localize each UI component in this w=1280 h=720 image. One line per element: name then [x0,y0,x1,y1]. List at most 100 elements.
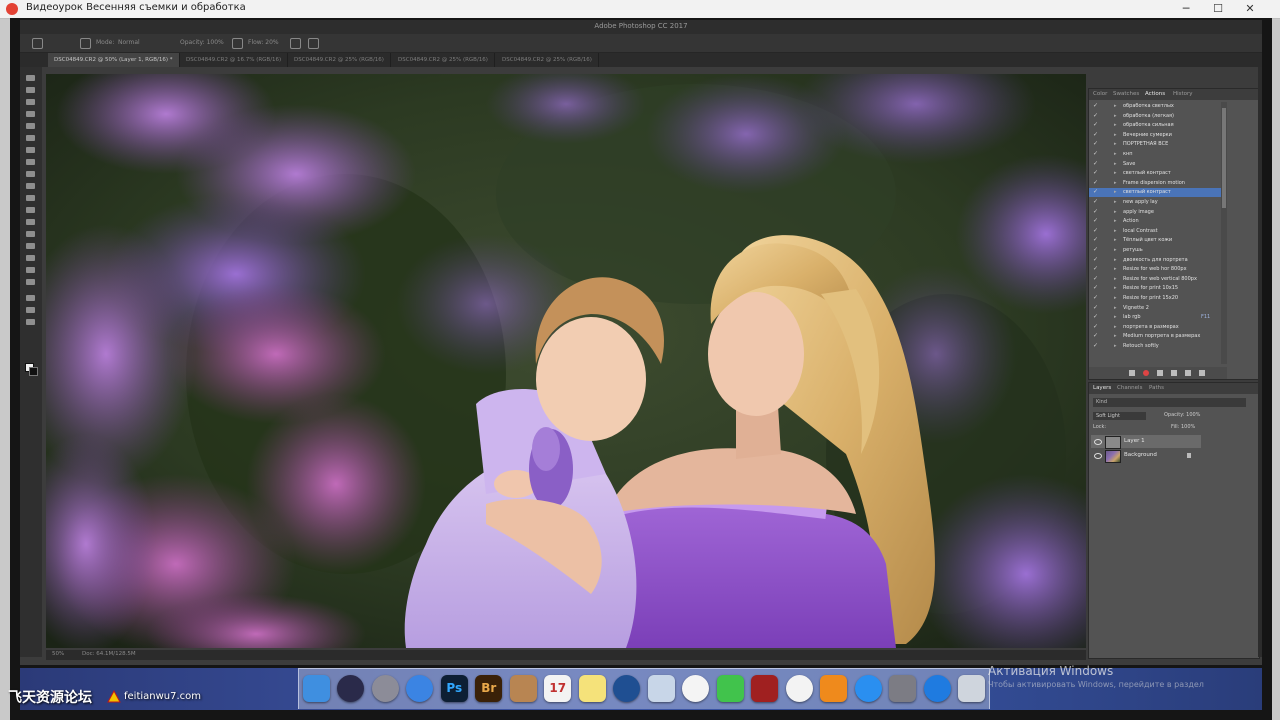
history-brush-tool-icon[interactable] [26,183,35,189]
expand-triangle-icon[interactable]: ▸ [1114,342,1117,350]
layer-row[interactable]: Background [1091,449,1201,463]
expand-triangle-icon[interactable]: ▸ [1114,140,1117,148]
layer-fill[interactable]: Fill: 100% [1171,424,1195,430]
clone-stamp-tool-icon[interactable] [26,171,35,177]
action-row[interactable]: ✓ ▸ Вечерние сумерки [1089,131,1221,140]
marquee-tool-icon[interactable] [26,87,35,93]
contacts-icon[interactable] [509,675,537,702]
toggle-check-icon[interactable]: ✓ [1093,217,1098,225]
toggle-check-icon[interactable]: ✓ [1093,150,1098,158]
flow-field[interactable]: Flow: 20% [248,39,279,46]
record-icon[interactable] [1143,370,1149,376]
toggle-check-icon[interactable]: ✓ [1093,304,1098,312]
expand-triangle-icon[interactable]: ▸ [1114,313,1117,321]
expand-triangle-icon[interactable]: ▸ [1114,102,1117,110]
expand-triangle-icon[interactable]: ▸ [1114,294,1117,302]
safari-icon[interactable] [406,675,434,702]
blur-tool-icon[interactable] [26,219,35,225]
expand-triangle-icon[interactable]: ▸ [1114,160,1117,168]
expand-triangle-icon[interactable]: ▸ [1114,169,1117,177]
photoshop-icon[interactable]: Ps [440,675,468,702]
pen-tool-icon[interactable] [26,243,35,249]
hand-tool-icon[interactable] [26,295,35,301]
tab-document-4[interactable]: DSC04849.CR2 @ 25% (RGB/16) [392,53,495,67]
actions-scroll-thumb[interactable] [1222,108,1226,208]
expand-triangle-icon[interactable]: ▸ [1114,188,1117,196]
background-color-swatch[interactable] [29,367,38,376]
action-row[interactable]: ✓ ▸ Save [1089,160,1221,169]
close-button[interactable]: ✕ [1234,0,1266,18]
opacity-field[interactable]: Opacity: 100% [180,39,224,46]
expand-triangle-icon[interactable]: ▸ [1114,256,1117,264]
lasso-tool-icon[interactable] [26,99,35,105]
action-row[interactable]: ✓ ▸ lab rgb F11 [1089,313,1221,322]
finder-icon[interactable] [302,675,330,702]
expand-triangle-icon[interactable]: ▸ [1114,198,1117,206]
toggle-check-icon[interactable]: ✓ [1093,140,1098,148]
toggle-check-icon[interactable]: ✓ [1093,198,1098,206]
tab-document-1[interactable]: DSC04849.CR2 @ 50% (Layer 1, RGB/16) * [48,53,180,67]
notes-icon[interactable] [578,675,606,702]
action-row[interactable]: ✓ ▸ Resize for web hor 800px [1089,265,1221,274]
toggle-check-icon[interactable]: ✓ [1093,256,1098,264]
toggle-check-icon[interactable]: ✓ [1093,112,1098,120]
document-canvas[interactable] [46,74,1086,648]
action-row[interactable]: ✓ ▸ портрета в размерах [1089,323,1221,332]
play-icon[interactable] [1157,370,1163,376]
layer-filter-kind[interactable]: Kind [1093,398,1246,407]
shape-tool-icon[interactable] [26,279,35,285]
expand-triangle-icon[interactable]: ▸ [1114,208,1117,216]
maximize-button[interactable]: ☐ [1202,0,1234,18]
move-tool-icon[interactable] [26,75,35,81]
brush-settings-icon[interactable] [80,38,91,49]
new-set-icon[interactable] [1171,370,1177,376]
action-row[interactable]: ✓ ▸ двоякость для портрета [1089,256,1221,265]
brush-tool-icon[interactable] [26,159,35,165]
action-row[interactable]: ✓ ▸ apply image [1089,208,1221,217]
toggle-check-icon[interactable]: ✓ [1093,294,1098,302]
app-store-icon[interactable] [854,675,882,702]
action-row[interactable]: ✓ ▸ ретушь [1089,246,1221,255]
tab-channels[interactable]: Channels [1117,385,1142,391]
layer-opacity[interactable]: Opacity: 100% [1164,412,1200,418]
calendar-icon[interactable]: 17 [544,675,572,702]
visibility-eye-icon[interactable] [1094,439,1102,445]
tab-actions[interactable]: Actions [1145,91,1165,97]
actions-scrollbar[interactable] [1221,102,1227,364]
toggle-check-icon[interactable]: ✓ [1093,208,1098,216]
crop-tool-icon[interactable] [26,123,35,129]
tab-paths[interactable]: Paths [1149,385,1164,391]
action-row[interactable]: ✓ ▸ Vignette 2 [1089,304,1221,313]
tab-document-2[interactable]: DSC04849.CR2 @ 16.7% (RGB/16) [180,53,289,67]
toggle-check-icon[interactable]: ✓ [1093,332,1098,340]
toggle-check-icon[interactable]: ✓ [1093,169,1098,177]
quick-select-tool-icon[interactable] [26,111,35,117]
visibility-eye-icon[interactable] [1094,453,1102,459]
toggle-check-icon[interactable]: ✓ [1093,102,1098,110]
action-row[interactable]: ✓ ▸ светлый контраст [1089,188,1221,198]
action-row[interactable]: ✓ ▸ обработка светлых [1089,102,1221,111]
action-row[interactable]: ✓ ▸ Resize for web vertical 800px [1089,275,1221,284]
toggle-check-icon[interactable]: ✓ [1093,188,1098,196]
system-preferences-icon[interactable] [889,675,917,702]
launchpad-icon[interactable] [371,675,399,702]
tab-document-3[interactable]: DSC04849.CR2 @ 25% (RGB/16) [288,53,391,67]
toggle-check-icon[interactable]: ✓ [1093,284,1098,292]
toggle-check-icon[interactable]: ✓ [1093,179,1098,187]
tab-color[interactable]: Color [1093,91,1107,97]
expand-triangle-icon[interactable]: ▸ [1114,217,1117,225]
mode-select[interactable]: Normal [118,39,140,46]
zoom-level[interactable]: 50% [52,651,64,657]
tab-history[interactable]: History [1173,91,1193,97]
type-tool-icon[interactable] [26,255,35,261]
healing-tool-icon[interactable] [26,147,35,153]
eraser-tool-icon[interactable] [26,195,35,201]
expand-triangle-icon[interactable]: ▸ [1114,265,1117,273]
quicktime-icon[interactable] [613,675,641,702]
toggle-check-icon[interactable]: ✓ [1093,131,1098,139]
eyedropper-tool-icon[interactable] [26,135,35,141]
toggle-check-icon[interactable]: ✓ [1093,160,1098,168]
toggle-check-icon[interactable]: ✓ [1093,236,1098,244]
expand-triangle-icon[interactable]: ▸ [1114,246,1117,254]
preview-icon[interactable] [647,675,675,702]
